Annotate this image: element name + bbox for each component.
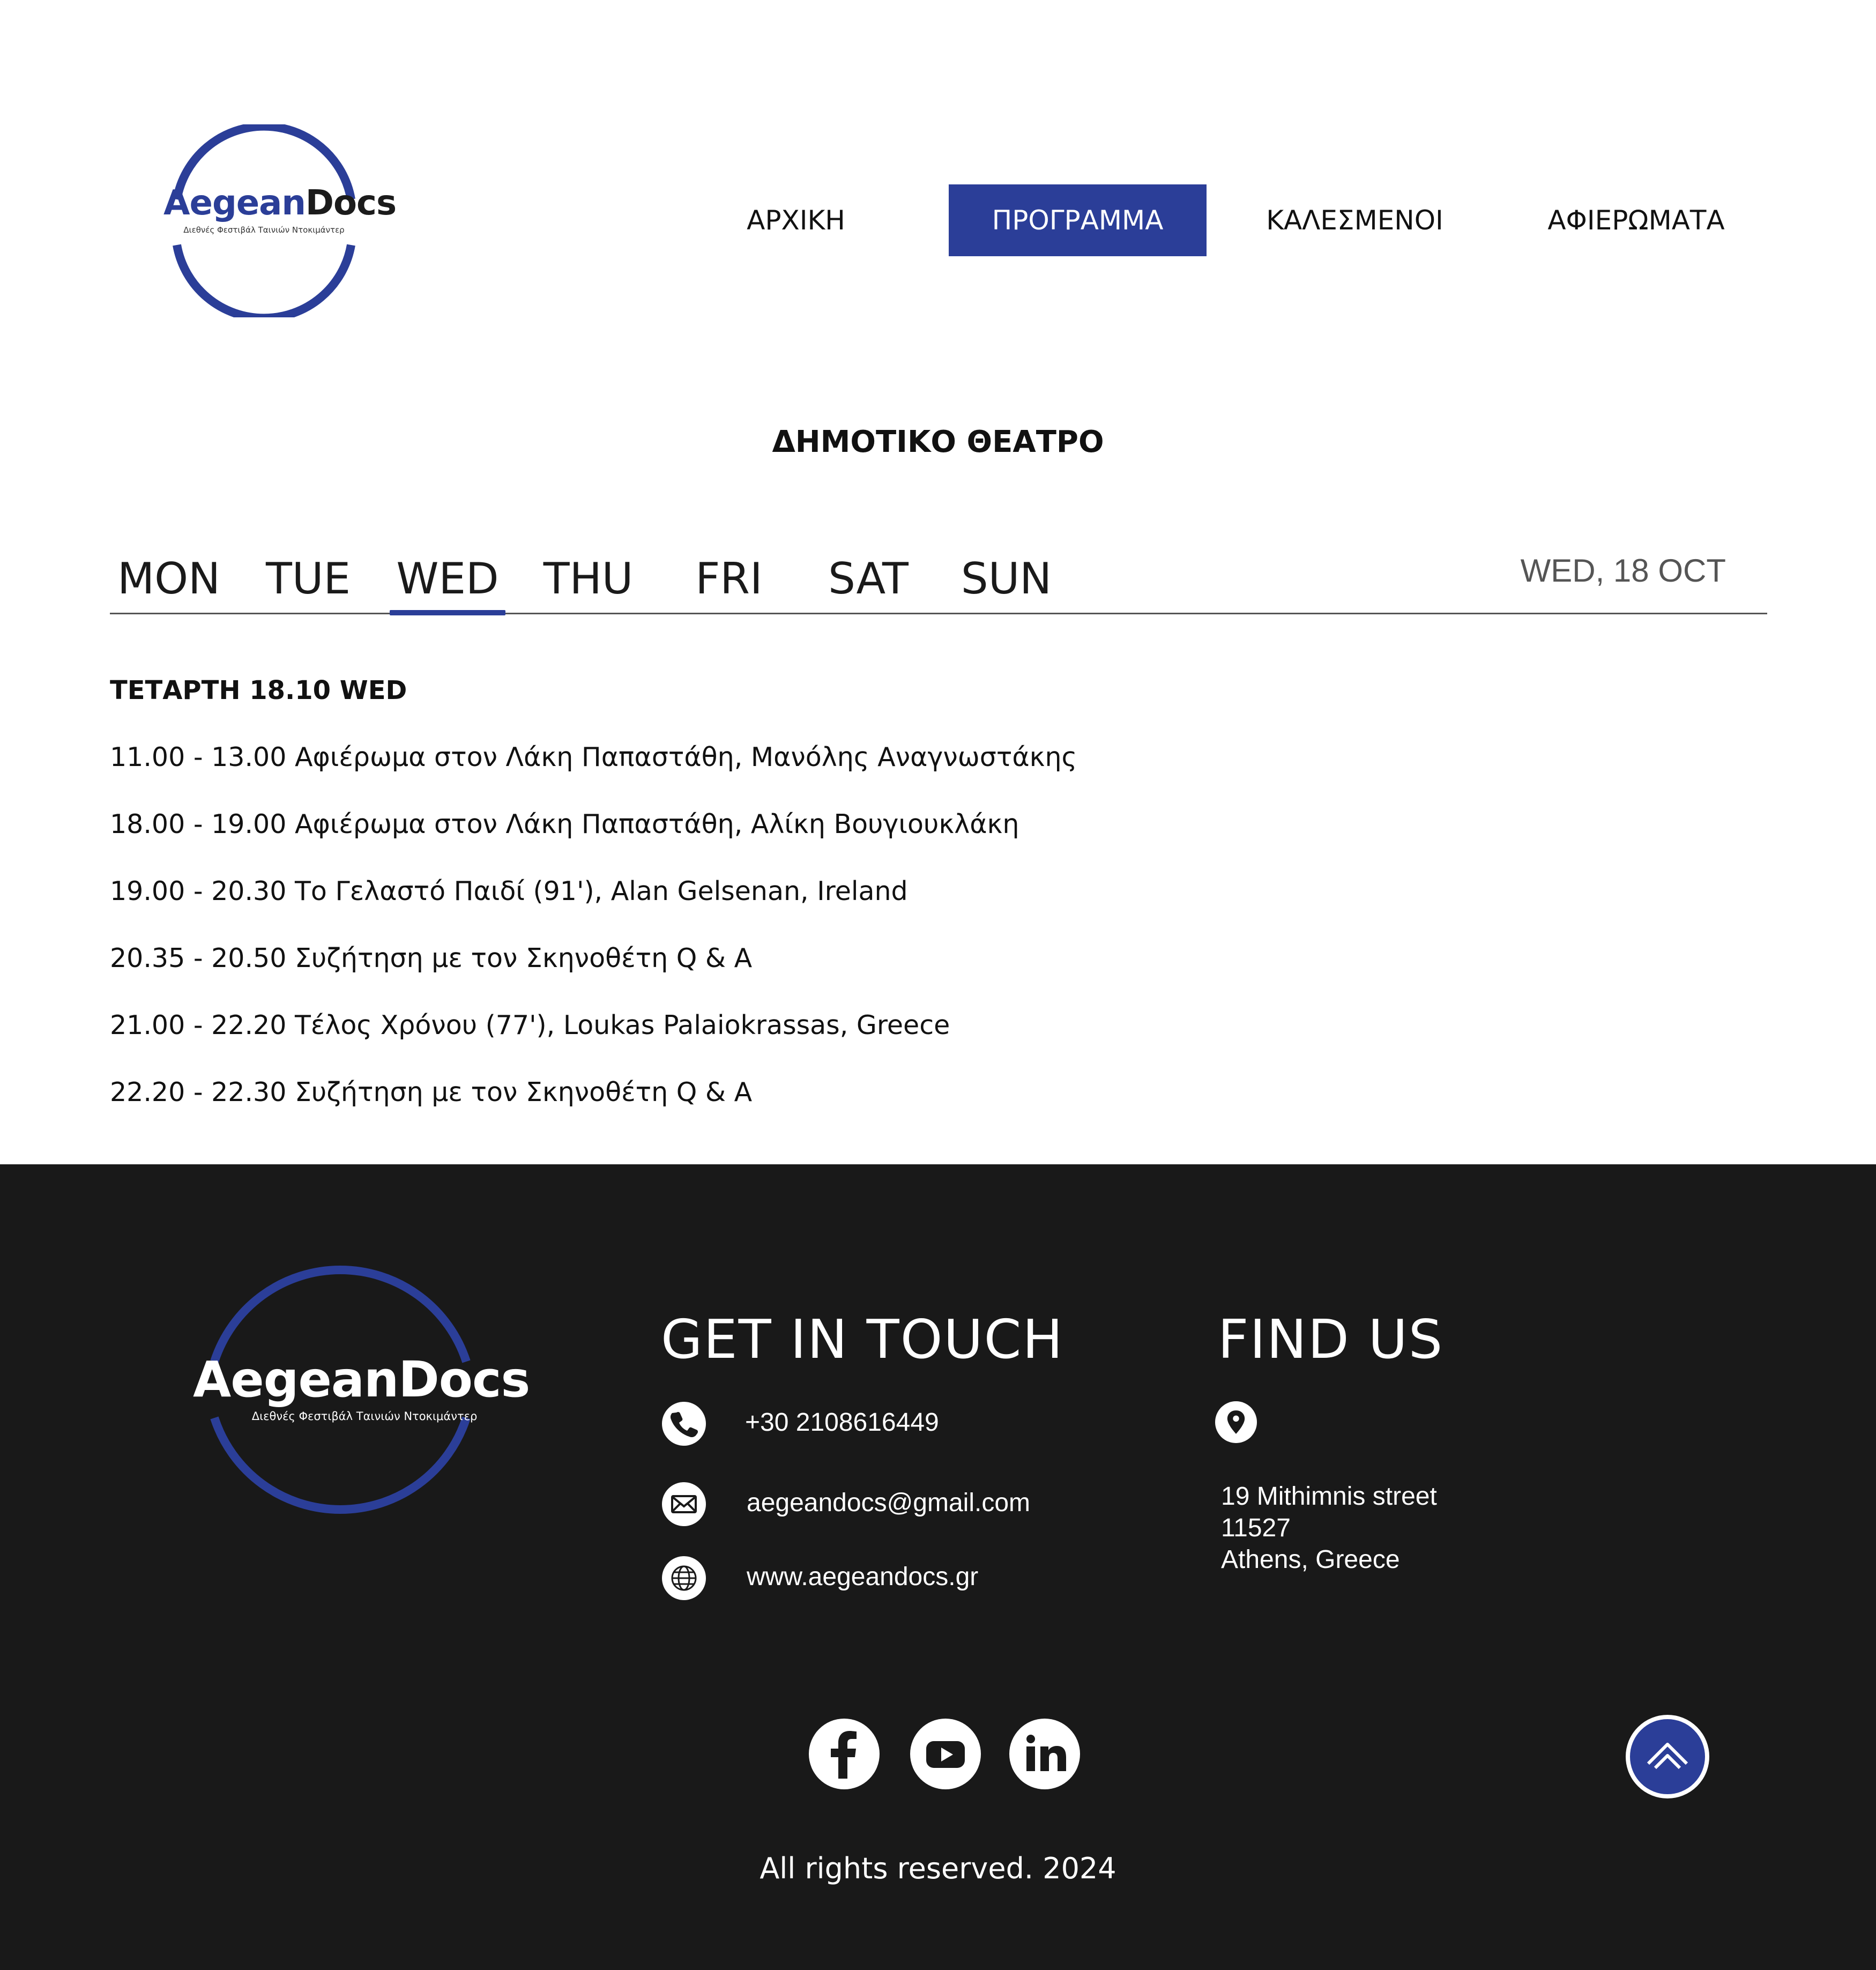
linkedin-icon[interactable]	[1009, 1719, 1080, 1789]
facebook-icon[interactable]	[809, 1719, 880, 1789]
youtube-icon[interactable]	[910, 1719, 981, 1789]
location-pin-icon	[1215, 1401, 1257, 1443]
logo-tagline: Διεθνές Φεστιβάλ Ταινιών Ντοκιμάντερ	[251, 1410, 478, 1423]
footer-logo[interactable]: AegeanDocs Διεθνές Φεστιβάλ Ταινιών Ντοκ…	[193, 1249, 530, 1533]
get-in-touch-title: GET IN TOUCH	[661, 1308, 1064, 1371]
schedule-item: 19.00 - 20.30 Το Γελαστό Παιδί (91'), Al…	[110, 876, 908, 906]
logo-wordmark: AegeanDocs	[163, 183, 397, 223]
email-icon	[662, 1482, 706, 1526]
tabs-divider	[110, 613, 1767, 614]
tab-fri[interactable]: FRI	[681, 552, 777, 606]
header-logo[interactable]: AegeanDocs Διεθνές Φεστιβάλ Ταινιών Ντοκ…	[163, 124, 397, 317]
nav-item-home[interactable]: ΑΡΧΙΚΗ	[713, 184, 879, 256]
schedule-item: 11.00 - 13.00 Αφιέρωμα στον Λάκη Παπαστά…	[110, 742, 1077, 772]
schedule-item: 18.00 - 19.00 Αφιέρωμα στον Λάκη Παπαστά…	[110, 809, 1019, 839]
tab-sun[interactable]: SUN	[951, 552, 1061, 606]
tab-thu[interactable]: THU	[531, 552, 646, 606]
logo-wordmark: AegeanDocs	[193, 1351, 530, 1408]
address-street: 19 Mithimnis street	[1221, 1482, 1437, 1511]
nav-item-program[interactable]: ΠΡΟΓΡΑΜΜΑ	[949, 184, 1207, 256]
schedule-item: 21.00 - 22.20 Τέλος Χρόνου (77'), Loukas…	[110, 1010, 950, 1040]
tab-sat[interactable]: SAT	[815, 552, 922, 606]
back-to-top-button[interactable]	[1625, 1714, 1710, 1799]
current-date: WED, 18 OCT	[1520, 553, 1726, 589]
tab-mon[interactable]: MON	[107, 552, 230, 606]
address: 19 Mithimnis street 11527 Athens, Greece	[1221, 1481, 1437, 1575]
tab-wed[interactable]: WED	[390, 552, 505, 606]
nav-item-tributes[interactable]: ΑΦΙΕΡΩΜΑΤΑ	[1541, 184, 1731, 256]
selected-tab-indicator	[390, 610, 505, 615]
nav-item-guests[interactable]: ΚΑΛΕΣΜΕΝΟΙ	[1257, 184, 1453, 256]
logo-tagline: Διεθνές Φεστιβάλ Ταινιών Ντοκιμάντερ	[183, 225, 345, 235]
phone-icon	[662, 1402, 706, 1446]
phone-number[interactable]: +30 2108616449	[745, 1408, 939, 1437]
tab-tue[interactable]: TUE	[255, 552, 362, 606]
schedule-heading: ΤΕΤΑΡΤΗ 18.10 WED	[110, 675, 407, 705]
email-link[interactable]: aegeandocs@gmail.com	[747, 1488, 1030, 1518]
address-postcode: 11527	[1221, 1514, 1291, 1542]
copyright-text: All rights reserved. 2024	[760, 1852, 1116, 1885]
website-link[interactable]: www.aegeandocs.gr	[747, 1562, 978, 1592]
globe-icon	[662, 1556, 706, 1600]
schedule-item: 20.35 - 20.50 Συζήτηση με τον Σκηνοθέτη …	[110, 943, 753, 973]
schedule-item: 22.20 - 22.30 Συζήτηση με τον Σκηνοθέτη …	[110, 1077, 753, 1107]
address-city: Athens, Greece	[1221, 1545, 1400, 1574]
venue-title: ΔΗΜΟΤΙΚΟ ΘΕΑΤΡΟ	[772, 425, 1104, 459]
find-us-title: FIND US	[1218, 1308, 1444, 1371]
